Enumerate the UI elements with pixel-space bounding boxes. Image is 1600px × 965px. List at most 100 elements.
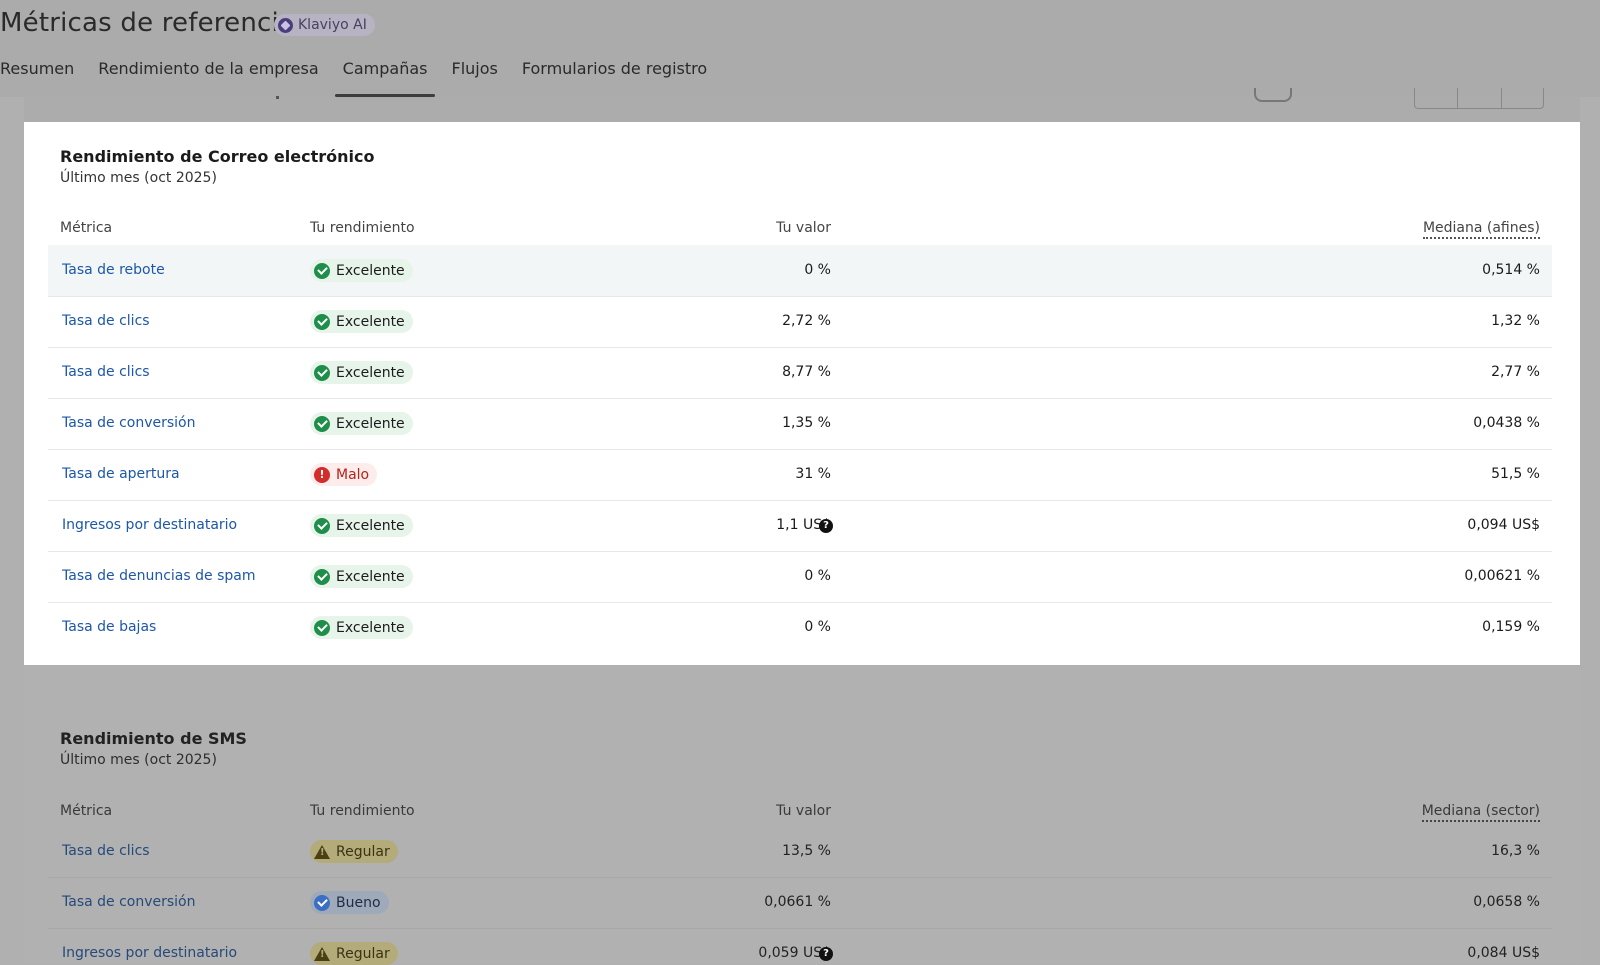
tab-flujos[interactable]: Flujos (443, 58, 505, 97)
tab-rendimiento-empresa[interactable]: Rendimiento de la empresa (90, 58, 326, 97)
page-header: Métricas de referencia Klaviyo AI Resume… (0, 0, 1600, 97)
status-badge: Bueno (310, 891, 389, 914)
median-value: 51,5 % (1491, 466, 1540, 482)
metric-link[interactable]: Tasa de clics (62, 364, 150, 380)
status-label: Excelente (336, 313, 405, 330)
metric-link[interactable]: Ingresos por destinatario (62, 517, 237, 533)
question-circle-icon[interactable]: ? (819, 947, 833, 961)
metric-link[interactable]: Tasa de apertura (62, 466, 180, 482)
klaviyo-ai-badge[interactable]: Klaviyo AI (274, 14, 375, 36)
metric-link[interactable]: Ingresos por destinatario (62, 945, 237, 961)
your-value: 0 % (804, 619, 831, 635)
status-label: Excelente (336, 415, 405, 432)
your-value: 13,5 % (782, 843, 831, 859)
check-circle-icon (314, 313, 330, 330)
col-median-header[interactable]: Mediana (afines) (1422, 220, 1540, 239)
metric-link[interactable]: Tasa de denuncias de spam (62, 568, 255, 584)
status-badge: Excelente (310, 361, 413, 384)
table-row: Tasa de bajas Excelente 0 % 0,159 % (48, 602, 1552, 653)
status-label: Regular (336, 945, 390, 962)
status-badge: ! Malo (310, 463, 378, 486)
table-row: Tasa de clics Regular 13,5 % 16,3 % (48, 826, 1552, 878)
status-label: Excelente (336, 517, 405, 534)
table-row: Ingresos por destinatario Regular 0,059 … (48, 928, 1552, 965)
background-segmented-control (1414, 88, 1544, 109)
your-value: 2,72 % (782, 313, 831, 329)
status-badge: Excelente (310, 310, 413, 333)
status-label: Malo (336, 466, 370, 483)
metric-link[interactable]: Tasa de bajas (62, 619, 156, 635)
median-value: 1,32 % (1491, 313, 1540, 329)
ai-badge-label: Klaviyo AI (298, 17, 367, 33)
status-badge: Excelente (310, 616, 413, 639)
median-value: 0,094 US$ (1467, 517, 1540, 533)
check-circle-icon (314, 262, 330, 279)
median-value: 0,0438 % (1473, 415, 1540, 431)
check-circle-icon (314, 517, 330, 534)
median-value: 16,3 % (1491, 843, 1540, 859)
table-row: Tasa de conversión Bueno 0,0661 % 0,0658… (48, 877, 1552, 929)
background-toggle (1254, 88, 1292, 102)
status-badge: Excelente (310, 259, 413, 282)
metric-link[interactable]: Tasa de conversión (62, 894, 196, 910)
check-circle-icon (314, 568, 330, 585)
col-performance-header: Tu rendimiento (310, 803, 415, 819)
your-value: 0,059 US$ (758, 945, 831, 961)
your-value: 1,35 % (782, 415, 831, 431)
metric-link[interactable]: Tasa de rebote (62, 262, 165, 278)
table-row: Tasa de apertura ! Malo 31 % 51,5 % (48, 449, 1552, 501)
klaviyo-ai-icon (278, 17, 293, 33)
check-circle-blue-icon (314, 894, 330, 911)
metric-link[interactable]: Tasa de clics (62, 843, 150, 859)
sms-table-header: Métrica Tu rendimiento Tu valor Mediana … (48, 795, 1552, 829)
status-label: Bueno (336, 894, 381, 911)
check-circle-icon (314, 364, 330, 381)
email-section-title: Rendimiento de Correo electrónico (60, 147, 375, 166)
col-value-header: Tu valor (776, 220, 831, 236)
metric-link[interactable]: Tasa de conversión (62, 415, 196, 431)
background-text-fragment (276, 96, 279, 99)
tab-campanas[interactable]: Campañas (334, 58, 436, 97)
status-label: Excelente (336, 568, 405, 585)
metric-link[interactable]: Tasa de clics (62, 313, 150, 329)
table-row: Tasa de denuncias de spam Excelente 0 % … (48, 551, 1552, 603)
question-circle-icon[interactable]: ? (819, 519, 833, 533)
status-badge: Regular (310, 942, 398, 965)
status-badge: Regular (310, 840, 398, 863)
status-badge: Excelente (310, 412, 413, 435)
background-section-strip (24, 97, 1580, 122)
segment-divider (1457, 88, 1458, 108)
your-value: 0 % (804, 568, 831, 584)
median-value: 0,159 % (1482, 619, 1540, 635)
col-metric-header: Métrica (60, 220, 113, 236)
status-label: Excelente (336, 364, 405, 381)
status-label: Regular (336, 843, 390, 860)
col-performance-header: Tu rendimiento (310, 220, 415, 236)
your-value: 8,77 % (782, 364, 831, 380)
your-value: 0 % (804, 262, 831, 278)
your-value: 1,1 US$ (776, 517, 831, 533)
exclamation-circle-icon: ! (314, 466, 330, 483)
email-table-header: Métrica Tu rendimiento Tu valor Mediana … (48, 212, 1552, 246)
median-value: 0,084 US$ (1467, 945, 1540, 961)
status-badge: Excelente (310, 565, 413, 588)
status-label: Excelente (336, 619, 405, 636)
check-circle-icon (314, 415, 330, 432)
status-badge: Excelente (310, 514, 413, 537)
col-median-header[interactable]: Mediana (sector) (1421, 803, 1540, 822)
warning-triangle-icon (314, 946, 330, 961)
warning-triangle-icon (314, 844, 330, 859)
table-row: Tasa de rebote Excelente 0 % 0,514 % (48, 245, 1552, 297)
col-metric-header: Métrica (60, 803, 113, 819)
tab-resumen[interactable]: Resumen (0, 58, 82, 97)
median-value: 0,00621 % (1464, 568, 1540, 584)
median-value: 0,514 % (1482, 262, 1540, 278)
table-row: Tasa de conversión Excelente 1,35 % 0,04… (48, 398, 1552, 450)
sms-section-title: Rendimiento de SMS (60, 729, 247, 748)
your-value: 0,0661 % (764, 894, 831, 910)
tab-formularios[interactable]: Formularios de registro (514, 58, 715, 97)
check-circle-icon (314, 619, 330, 636)
median-value: 0,0658 % (1473, 894, 1540, 910)
segment-divider (1501, 88, 1502, 108)
median-value: 2,77 % (1491, 364, 1540, 380)
